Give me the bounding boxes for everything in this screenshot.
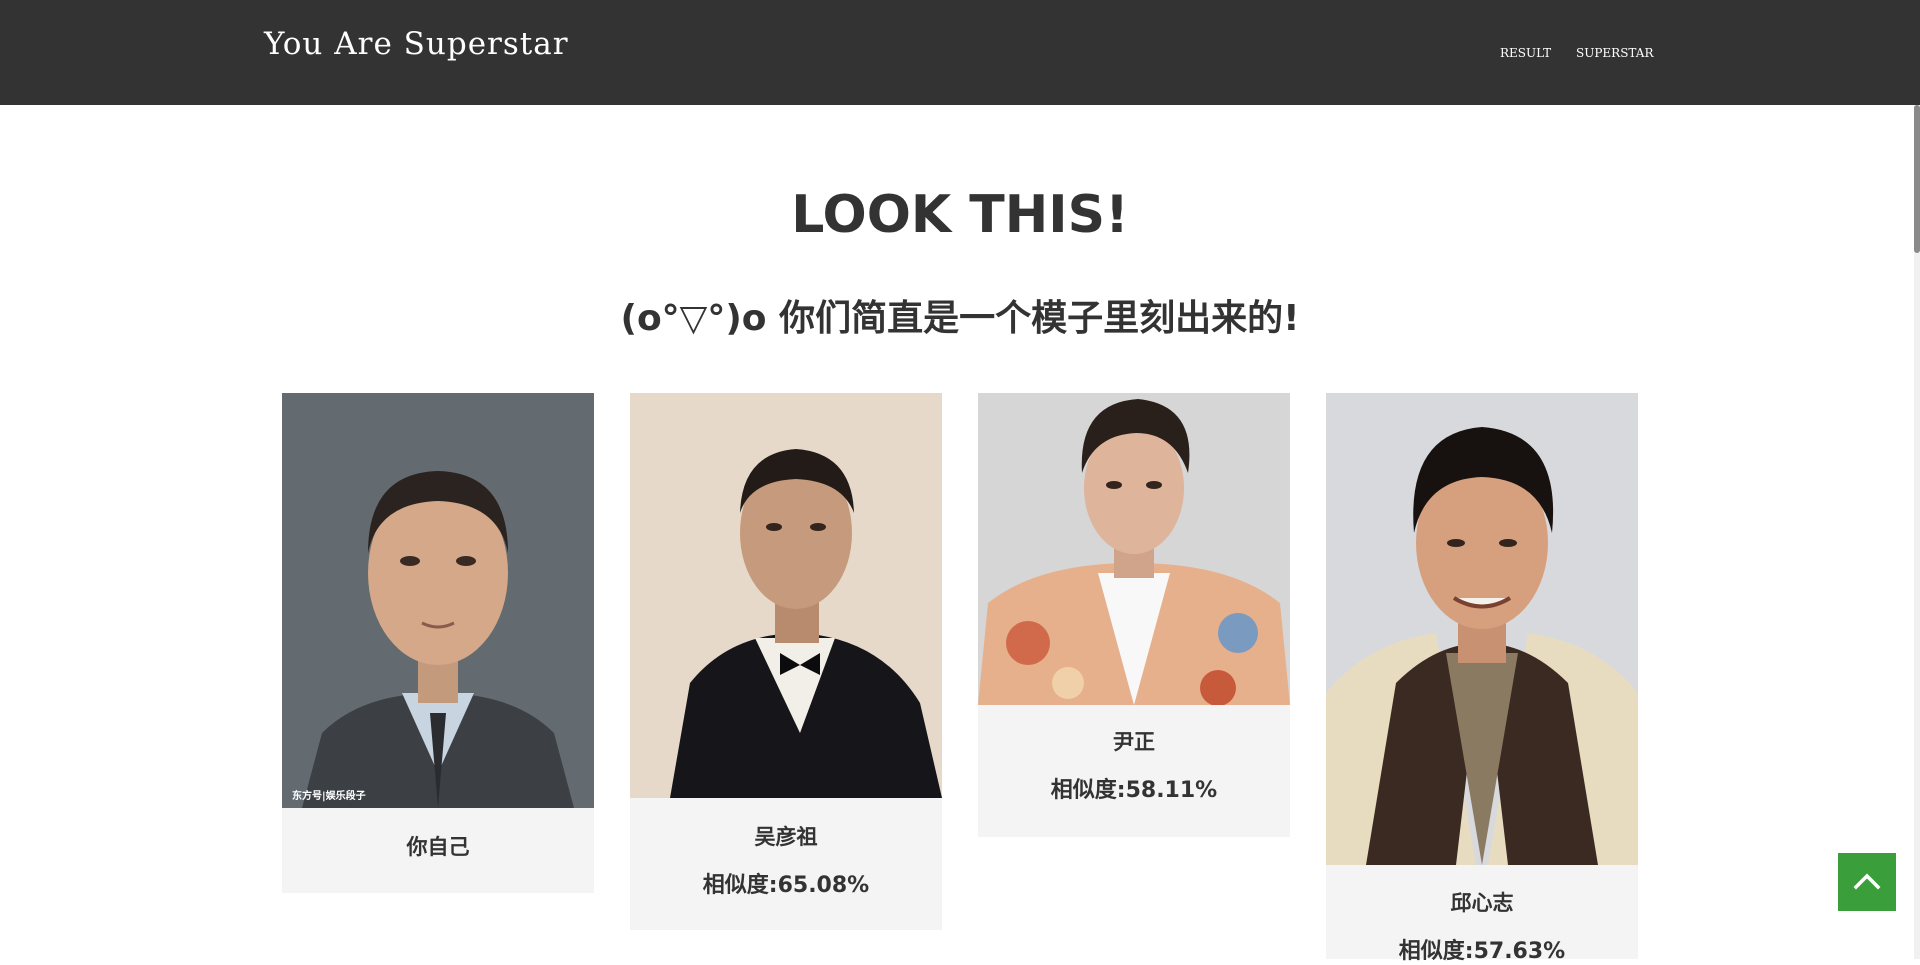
- result-card-self: 东方号|娱乐段子 你自己: [282, 393, 594, 893]
- card-similarity: 相似度:58.11%: [1050, 778, 1218, 803]
- nav-link-result[interactable]: RESULT: [1500, 46, 1551, 60]
- result-card-match-3: 邱心志 相似度:57.63%: [1326, 393, 1638, 964]
- card-name: 你自己: [406, 835, 470, 859]
- celebrity-photo: [630, 393, 942, 798]
- page-subheading: (o°▽°)o 你们简直是一个模子里刻出来的!: [620, 298, 1300, 339]
- celebrity-photo: [978, 393, 1290, 705]
- card-name: 吴彦祖: [754, 825, 818, 849]
- chevron-up-icon: [1853, 873, 1881, 890]
- card-name: 尹正: [1113, 730, 1155, 754]
- brand-title[interactable]: You Are Superstar: [264, 26, 569, 62]
- top-navbar: You Are Superstar RESULT SUPERSTAR: [0, 0, 1920, 105]
- photo-watermark: 东方号|娱乐段子: [292, 791, 366, 802]
- back-to-top-button[interactable]: [1838, 853, 1896, 911]
- result-card-match-2: 尹正 相似度:58.11%: [978, 393, 1290, 837]
- self-photo: 东方号|娱乐段子: [282, 393, 594, 808]
- nav-link-superstar[interactable]: SUPERSTAR: [1576, 46, 1653, 60]
- card-name: 邱心志: [1450, 891, 1514, 915]
- card-similarity: 相似度:57.63%: [1398, 939, 1566, 964]
- celebrity-photo: [1326, 393, 1638, 865]
- card-similarity: 相似度:65.08%: [702, 873, 870, 898]
- page-heading: LOOK THIS!: [791, 185, 1129, 245]
- result-card-match-1: 吴彦祖 相似度:65.08%: [630, 393, 942, 930]
